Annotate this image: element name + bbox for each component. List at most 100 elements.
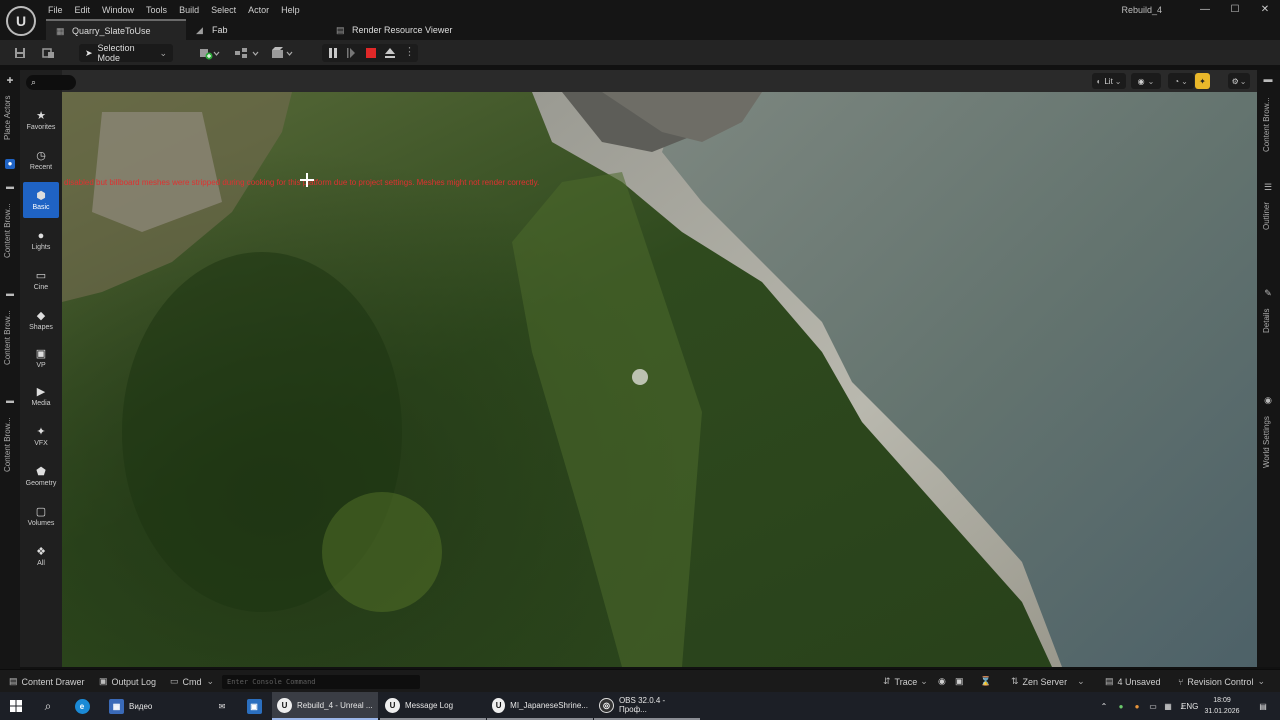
cinematics-button[interactable] [270, 44, 296, 62]
realtime-toggle-icon[interactable]: ✦ [1195, 73, 1210, 89]
cmd-dropdown[interactable]: ▭ Cmd ⌄ [170, 674, 214, 689]
person-icon[interactable]: ● [5, 159, 15, 169]
category-lights[interactable]: ● Lights [23, 222, 59, 258]
menu-file[interactable]: File [42, 2, 69, 18]
vtab-outliner[interactable]: Outliner [1262, 202, 1271, 230]
tray-arrow-icon[interactable]: ⌃ [1096, 692, 1112, 720]
record-icon[interactable]: ◉ [938, 674, 946, 689]
category-label: VP [36, 362, 46, 369]
folder-icon[interactable]: ▬ [5, 289, 15, 299]
search-icon[interactable]: ⌕ [34, 692, 62, 720]
taskbar-obs[interactable]: ◎ OBS 32.0.4 - Проф... [594, 692, 700, 720]
category-label: Recent [29, 164, 53, 171]
show-flags-dropdown[interactable]: ◉ ⌄ [1131, 73, 1161, 89]
taskbar-unreal-editor[interactable]: U Rebuild_4 - Unreal ... [272, 692, 378, 720]
category-recent[interactable]: ◷ Recent [23, 142, 59, 178]
unreal-logo-icon[interactable]: U [6, 6, 36, 36]
chevron-down-icon: ⌄ [1077, 676, 1085, 686]
console-command-input[interactable]: Enter Console Command [222, 675, 420, 689]
stop-icon[interactable] [365, 47, 377, 62]
file-explorer-icon[interactable]: ▣ [240, 692, 268, 720]
place-actors-search[interactable]: ⌕ [26, 75, 76, 90]
trace-dropdown[interactable]: ⇵ Trace ⌄ [883, 674, 928, 689]
vtab-world-settings[interactable]: World Settings [1262, 416, 1271, 468]
tab-render-resource-viewer[interactable]: ▤ Render Resource Viewer [326, 19, 462, 40]
minimize-button[interactable]: — [1190, 0, 1220, 20]
category-vfx[interactable]: ✦ VFX [23, 418, 59, 454]
place-actors-icon[interactable]: ✚ [5, 76, 15, 86]
more-options-icon[interactable]: ⋮ [404, 45, 415, 58]
unsaved-button[interactable]: ▤ 4 Unsaved [1105, 674, 1161, 689]
mail-icon[interactable]: ✉ [208, 692, 236, 720]
selection-mode-label: Selection Mode [97, 43, 135, 63]
content-drawer-button[interactable]: ▤ Content Drawer [9, 674, 85, 689]
menu-select[interactable]: Select [205, 2, 242, 18]
close-button[interactable]: ✕ [1250, 0, 1280, 20]
folder-icon[interactable]: ▬ [5, 396, 15, 406]
tray-app-icon[interactable]: ● [1129, 692, 1145, 720]
tab-fab[interactable]: ◢ Fab [186, 19, 326, 40]
browse-icon[interactable] [40, 44, 56, 62]
vtab-content-browser-right[interactable]: Content Brow... [1262, 97, 1271, 152]
category-media[interactable]: ▶ Media [23, 378, 59, 414]
pause-icon[interactable] [328, 47, 338, 62]
clock-time: 18:09 [1213, 697, 1231, 704]
system-clock[interactable]: 18:09 31.01.2026 [1202, 695, 1242, 717]
vtab-place-actors[interactable]: Place Actors [3, 96, 12, 140]
edge-browser-icon[interactable]: e [68, 692, 96, 720]
details-pencil-icon[interactable]: ✎ [1263, 288, 1273, 299]
category-vp[interactable]: ▣ VP [23, 340, 59, 376]
derived-data-icon[interactable]: ⌛ [980, 674, 991, 689]
unsaved-icon: ▤ [1105, 676, 1114, 686]
world-icon[interactable]: ◉ [1263, 395, 1273, 406]
viewport-settings-dropdown[interactable]: ⚙ ⌄ [1228, 73, 1250, 89]
vtab-content-browser-2[interactable]: Content Brow... [3, 310, 12, 365]
language-indicator[interactable]: ENG [1181, 692, 1198, 720]
performance-dropdown[interactable]: ◔ ⌄ [1168, 73, 1194, 89]
selection-mode-dropdown[interactable]: ➤ Selection Mode ⌄ [79, 43, 173, 63]
taskbar-item-label: OBS 32.0.4 - Проф... [618, 696, 666, 714]
vtab-details[interactable]: Details [1262, 309, 1271, 333]
tray-nvidia-icon[interactable]: ● [1113, 692, 1129, 720]
category-cine[interactable]: ▭ Cine [23, 262, 59, 298]
menu-edit[interactable]: Edit [69, 2, 97, 18]
menu-build[interactable]: Build [173, 2, 205, 18]
outliner-icon[interactable]: ☰ [1263, 182, 1273, 193]
category-volumes[interactable]: ▢ Volumes [23, 498, 59, 534]
folder-icon[interactable]: ▬ [5, 182, 15, 192]
volumes-icon: ▢ [35, 506, 47, 518]
category-shapes[interactable]: ◆ Shapes [23, 302, 59, 338]
output-log-button[interactable]: ▣ Output Log [99, 674, 156, 689]
notifications-icon[interactable]: ▤ [1250, 692, 1276, 720]
windows-start-icon[interactable] [2, 692, 30, 720]
eject-icon[interactable] [384, 47, 396, 62]
taskbar-message-log[interactable]: U Message Log [380, 692, 486, 720]
zen-server-dropdown[interactable]: ⇅ Zen Server ⌄ [1011, 674, 1085, 689]
category-basic[interactable]: ⬢ Basic [23, 182, 59, 218]
view-mode-dropdown[interactable]: ◐ Lit ⌄ [1092, 73, 1126, 89]
maximize-button[interactable]: ☐ [1220, 0, 1250, 20]
chevron-down-icon: ⌄ [1239, 76, 1247, 86]
network-icon[interactable]: ▦ [1161, 692, 1175, 720]
add-actor-button[interactable] [197, 44, 221, 62]
category-all[interactable]: ❖ All [23, 538, 59, 574]
screenshot-icon[interactable]: ▣ [955, 674, 964, 689]
menu-window[interactable]: Window [96, 2, 140, 18]
vtab-content-browser-1[interactable]: Content Brow... [3, 203, 12, 258]
menu-tools[interactable]: Tools [140, 2, 173, 18]
level-viewport[interactable]: ◐ Lit ⌄ ◉ ⌄ ◔ ⌄ ✦ ⚙ ⌄ disabled but billb… [62, 70, 1257, 667]
category-geometry[interactable]: ⬟ Geometry [23, 458, 59, 494]
category-favorites[interactable]: ★ Favorites [23, 102, 59, 138]
taskbar-video-folder[interactable]: ▦ Видео [104, 692, 157, 720]
menu-help[interactable]: Help [275, 2, 306, 18]
blueprint-button[interactable] [233, 44, 261, 62]
folder-icon[interactable]: ▬ [1263, 74, 1273, 84]
tray-display-icon[interactable]: ▭ [1145, 692, 1161, 720]
save-icon[interactable] [12, 44, 28, 62]
vtab-content-browser-3[interactable]: Content Brow... [3, 417, 12, 472]
tab-level[interactable]: ▦ Quarry_SlateToUse [46, 19, 186, 40]
taskbar-material-instance[interactable]: U MI_JapaneseShrine... [487, 692, 593, 720]
menu-actor[interactable]: Actor [242, 2, 275, 18]
step-forward-icon[interactable] [346, 47, 356, 62]
revision-control-dropdown[interactable]: ⑂ Revision Control ⌄ [1178, 674, 1265, 689]
